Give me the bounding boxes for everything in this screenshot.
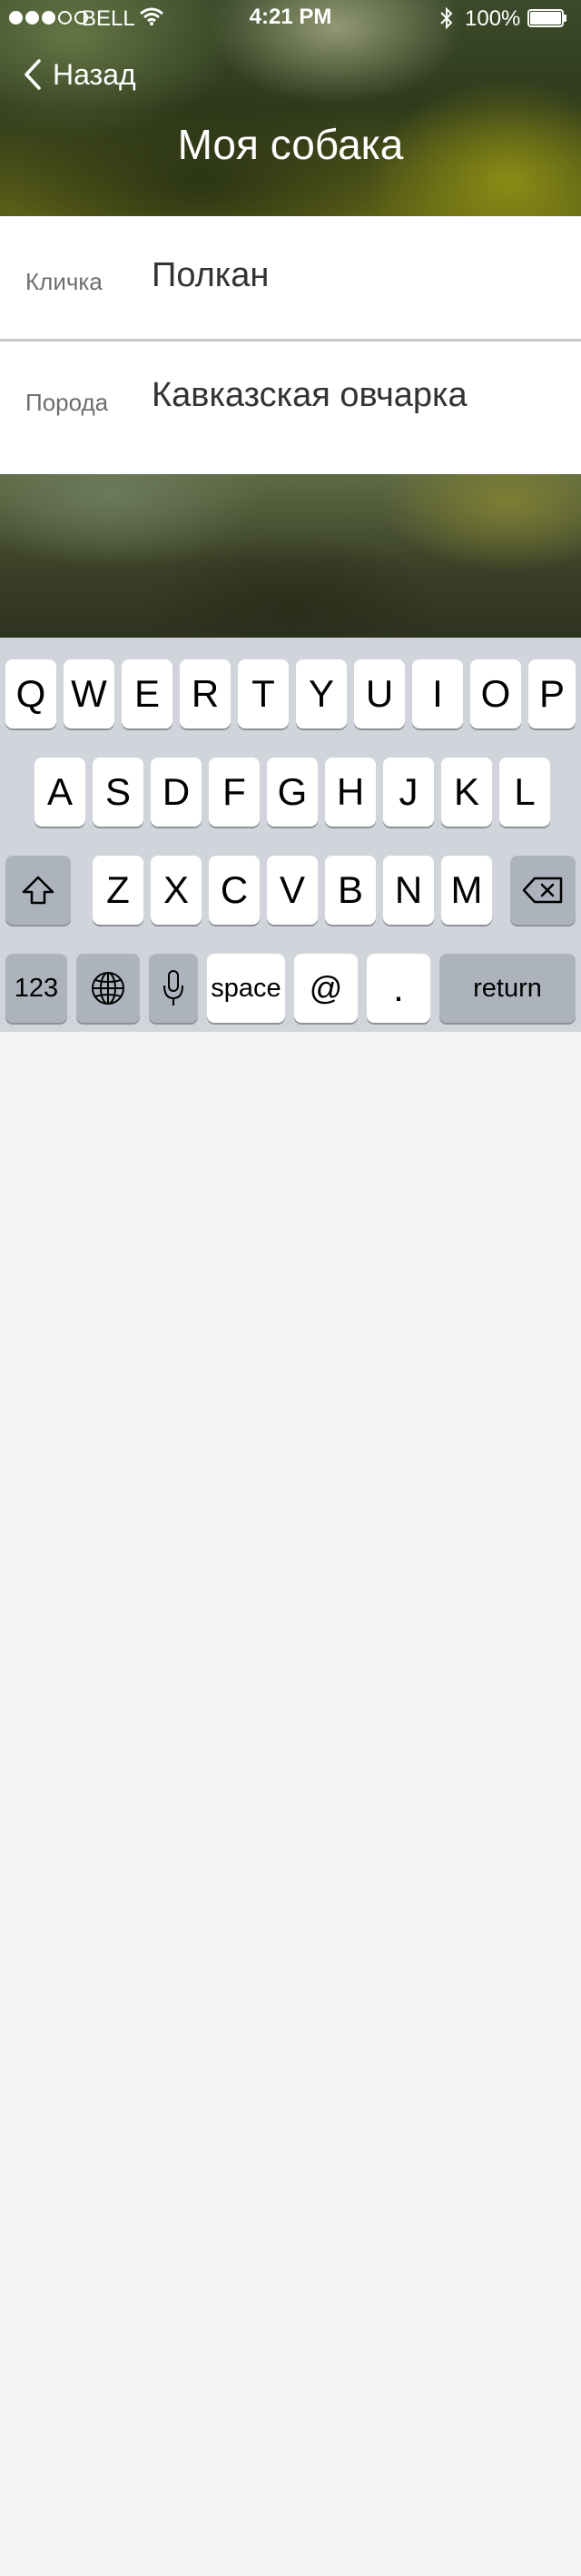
key-q[interactable]: Q [5,659,56,728]
at-key[interactable]: @ [294,954,358,1023]
globe-key[interactable] [76,954,140,1023]
key-v[interactable]: V [267,856,318,925]
key-h[interactable]: H [325,758,376,827]
keyboard: Q W E R T Y U I O P A S D F G H J K L Z … [0,638,581,1032]
key-a[interactable]: A [34,758,85,827]
microphone-key[interactable] [149,954,198,1023]
name-field[interactable]: Полкан [152,256,269,295]
key-p[interactable]: P [528,659,576,728]
shift-key[interactable] [5,856,71,925]
bluetooth-icon [440,6,453,30]
key-b[interactable]: B [325,856,376,925]
name-label: Кличка [25,268,103,295]
empty-area [0,1032,581,2576]
battery-icon [527,9,566,27]
background-image [0,474,581,638]
period-key[interactable]: . [367,954,430,1023]
back-label: Назад [53,57,136,91]
space-key[interactable]: space [207,954,285,1023]
delete-key[interactable] [510,856,576,925]
battery-percentage: 100% [465,6,521,31]
key-t[interactable]: T [238,659,289,728]
breed-label: Порода [25,389,109,416]
back-button[interactable]: Назад [24,54,136,94]
microphone-icon [163,970,183,1006]
breed-field[interactable]: Кавказская овчарка [152,376,468,415]
key-o[interactable]: O [470,659,521,728]
shift-icon [22,876,54,905]
breed-row[interactable]: Порода Кавказская овчарка [0,342,581,474]
key-i[interactable]: I [412,659,463,728]
key-n[interactable]: N [383,856,434,925]
status-bar: BELL 4:21 PM 100% [0,0,581,36]
globe-icon [92,972,124,1005]
key-y[interactable]: Y [296,659,347,728]
key-r[interactable]: R [180,659,231,728]
chevron-left-icon [25,59,41,90]
key-f[interactable]: F [209,758,260,827]
key-m[interactable]: M [441,856,492,925]
key-x[interactable]: X [151,856,202,925]
key-d[interactable]: D [151,758,202,827]
key-c[interactable]: C [209,856,260,925]
name-row[interactable]: Кличка Полкан [0,216,581,342]
key-k[interactable]: K [441,758,492,827]
page-title: Моя собака [177,121,404,168]
key-e[interactable]: E [122,659,172,728]
key-l[interactable]: L [499,758,550,827]
key-z[interactable]: Z [93,856,143,925]
key-j[interactable]: J [383,758,434,827]
key-w[interactable]: W [64,659,114,728]
backspace-icon [522,877,563,904]
key-g[interactable]: G [267,758,318,827]
return-key[interactable]: return [439,954,576,1023]
header: BELL 4:21 PM 100% Назад Моя собака [0,0,581,216]
screen: BELL 4:21 PM 100% Назад Моя собака Кличк… [0,0,581,2576]
key-u[interactable]: U [354,659,405,728]
key-s[interactable]: S [93,758,143,827]
numbers-key[interactable]: 123 [5,954,67,1023]
